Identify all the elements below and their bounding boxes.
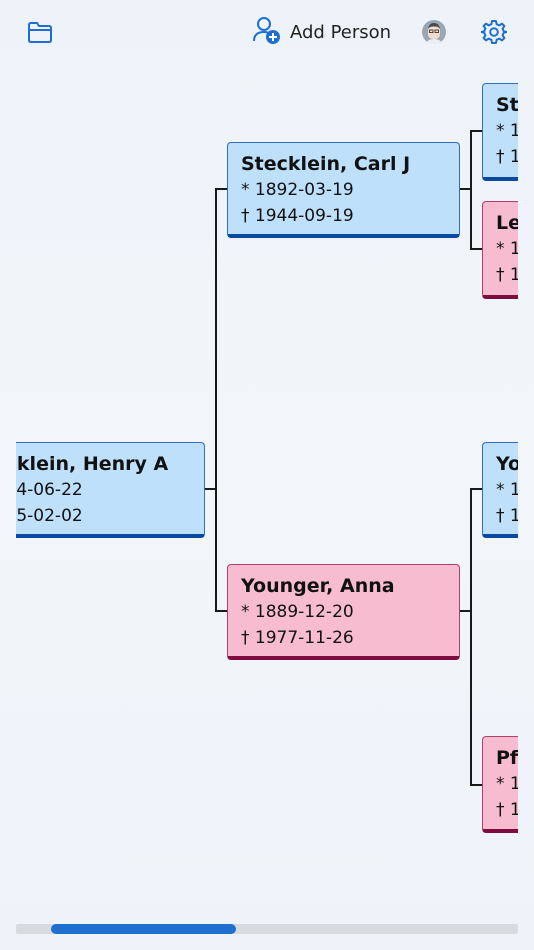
folder-icon[interactable]: [26, 18, 54, 46]
person-name: Pf: [496, 747, 518, 769]
death-date: † 1944-09-19: [241, 206, 354, 226]
connector-line: [470, 130, 482, 132]
person-name: Ste: [496, 94, 518, 116]
user-avatar[interactable]: [420, 18, 448, 46]
death-date: † 2005-02-02: [16, 506, 83, 526]
person-card-mother[interactable]: Younger, Anna * 1889-12-20 † 1977-11-26: [227, 564, 460, 660]
person-card-father[interactable]: Stecklein, Carl J * 1892-03-19 † 1944-09…: [227, 142, 460, 238]
person-name: Stecklein, Carl J: [241, 153, 411, 175]
gear-icon[interactable]: [480, 18, 508, 46]
family-tree-canvas[interactable]: Stecklein, Henry A * 1914-06-22 † 2005-0…: [16, 64, 518, 924]
birth-date: * 1892-03-19: [241, 180, 354, 200]
connector-line: [470, 130, 472, 248]
person-name: Yo: [496, 453, 518, 475]
person-name: Stecklein, Henry A: [16, 453, 169, 475]
scrollbar-thumb[interactable]: [51, 924, 236, 934]
person-name: Younger, Anna: [241, 575, 395, 597]
person-card-paternal-grandfather[interactable]: Ste * 1 † 1: [482, 83, 518, 181]
connector-line: [470, 248, 482, 250]
death-date: † 1: [496, 147, 518, 167]
horizontal-scrollbar[interactable]: [16, 924, 518, 934]
person-add-icon: [252, 15, 282, 50]
person-card-root[interactable]: Stecklein, Henry A * 1914-06-22 † 2005-0…: [16, 442, 205, 538]
add-person-button[interactable]: Add Person: [252, 14, 391, 50]
birth-date: * 1: [496, 239, 518, 259]
connector-line: [470, 488, 482, 490]
birth-date: * 1: [496, 480, 518, 500]
person-name: Le: [496, 212, 518, 234]
toolbar: Add Person: [0, 0, 534, 64]
person-card-maternal-grandfather[interactable]: Yo * 1 † 1: [482, 442, 518, 538]
connector-line: [470, 488, 472, 784]
connector-line: [215, 610, 227, 612]
birth-date: * 1: [496, 121, 518, 141]
birth-date: * 1914-06-22: [16, 480, 83, 500]
death-date: † 1: [496, 800, 518, 820]
person-card-maternal-grandmother[interactable]: Pf * 1 † 1: [482, 736, 518, 833]
death-date: † 1977-11-26: [241, 628, 354, 648]
connector-line: [215, 188, 227, 190]
birth-date: * 1889-12-20: [241, 602, 354, 622]
connector-line: [215, 188, 217, 611]
death-date: † 1: [496, 506, 518, 526]
birth-date: * 1: [496, 774, 518, 794]
death-date: † 1: [496, 265, 518, 285]
add-person-label: Add Person: [290, 21, 392, 43]
connector-line: [470, 784, 482, 786]
person-card-paternal-grandmother[interactable]: Le * 1 † 1: [482, 201, 518, 299]
